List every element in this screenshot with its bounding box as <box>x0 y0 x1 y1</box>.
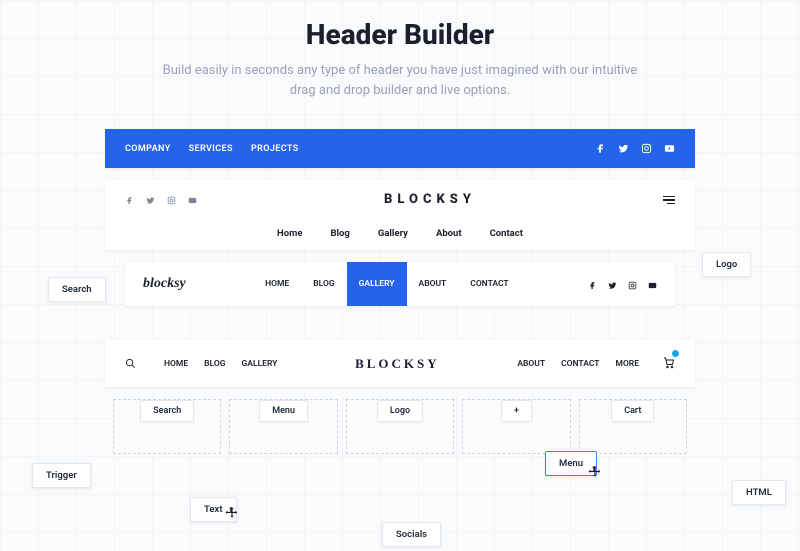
drop-zone[interactable]: + <box>462 399 570 454</box>
nav-item[interactable]: MORE <box>616 359 640 369</box>
drop-zone[interactable]: Logo <box>346 399 454 454</box>
brand-logo[interactable]: BLOCKSY <box>384 192 476 207</box>
nav-item[interactable]: BLOG <box>204 359 225 369</box>
drop-zone-add[interactable]: + <box>501 400 532 422</box>
nav-item[interactable]: ABOUT <box>407 262 459 306</box>
youtube-icon[interactable] <box>664 139 675 158</box>
drop-zone-element[interactable]: Menu <box>259 400 308 422</box>
youtube-icon[interactable] <box>648 275 657 294</box>
brand-logo[interactable]: blocksy <box>125 276 204 292</box>
move-cursor-icon <box>588 464 602 478</box>
topbar-link[interactable]: SERVICES <box>189 144 233 154</box>
example-header-centered: BLOCKSY Home Blog Gallery About Contact <box>105 180 695 250</box>
hamburger-icon[interactable] <box>663 196 675 205</box>
builder-drop-row: Search Menu Logo + Cart <box>105 399 695 454</box>
twitter-icon[interactable] <box>618 139 629 158</box>
drop-zone-element[interactable]: Cart <box>611 400 654 422</box>
nav-item[interactable]: HOME <box>164 359 188 369</box>
drop-zone[interactable]: Menu <box>229 399 337 454</box>
brand-logo[interactable]: BLOCKSY <box>355 356 440 372</box>
instagram-icon[interactable] <box>628 275 637 294</box>
example-header-topbar: COMPANY SERVICES PROJECTS <box>105 129 695 168</box>
nav-item[interactable]: BLOG <box>301 262 346 306</box>
nav-item[interactable]: Contact <box>490 228 523 239</box>
page-subtitle: Build easily in seconds any type of head… <box>160 61 640 101</box>
drop-zone[interactable]: Cart <box>579 399 687 454</box>
page-title: Header Builder <box>0 18 800 51</box>
move-cursor-icon <box>225 505 239 519</box>
search-icon[interactable] <box>125 354 136 373</box>
builder-element-chip-socials[interactable]: Socials <box>382 522 441 547</box>
example-header-navbar: blocksy HOME BLOG GALLERY ABOUT CONTACT <box>125 262 675 306</box>
drop-zone[interactable]: Search <box>113 399 221 454</box>
nav-item[interactable]: Home <box>277 228 302 239</box>
nav-item[interactable]: Gallery <box>378 228 408 239</box>
nav-item[interactable]: Blog <box>330 228 349 239</box>
example-header-split: HOME BLOG GALLERY BLOCKSY ABOUT CONTACT … <box>105 340 695 387</box>
topbar-link[interactable]: COMPANY <box>125 144 171 154</box>
nav-item[interactable]: GALLERY <box>242 359 278 369</box>
instagram-icon[interactable] <box>641 139 652 158</box>
nav-item[interactable]: CONTACT <box>561 359 599 369</box>
nav-item[interactable]: ABOUT <box>517 359 545 369</box>
facebook-icon[interactable] <box>595 139 606 158</box>
nav-item[interactable]: HOME <box>253 262 301 306</box>
twitter-icon[interactable] <box>608 275 617 294</box>
cart-icon[interactable] <box>663 354 675 373</box>
facebook-icon[interactable] <box>588 275 597 294</box>
youtube-icon[interactable] <box>188 190 197 209</box>
instagram-icon[interactable] <box>167 190 176 209</box>
nav-item[interactable]: About <box>436 228 462 239</box>
topbar-link[interactable]: PROJECTS <box>251 144 299 154</box>
builder-element-chip-search[interactable]: Search <box>48 277 106 302</box>
builder-element-chip-logo[interactable]: Logo <box>702 252 751 277</box>
nav-item[interactable]: CONTACT <box>458 262 520 306</box>
drop-zone-element[interactable]: Search <box>140 400 194 422</box>
drop-zone-element[interactable]: Logo <box>377 400 423 422</box>
builder-element-chip-trigger[interactable]: Trigger <box>32 463 91 488</box>
nav-item-active[interactable]: GALLERY <box>347 262 407 306</box>
twitter-icon[interactable] <box>146 190 155 209</box>
builder-element-chip-html[interactable]: HTML <box>732 480 786 505</box>
facebook-icon[interactable] <box>125 190 134 209</box>
